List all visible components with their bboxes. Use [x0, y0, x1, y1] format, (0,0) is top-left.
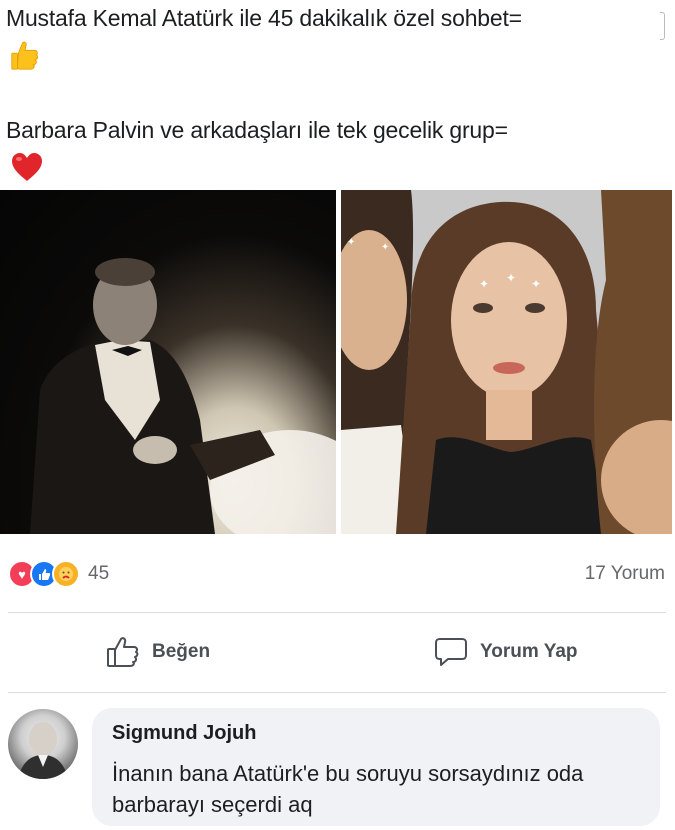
text-edge-marker — [660, 12, 665, 40]
divider-top — [8, 612, 666, 613]
divider-bottom — [8, 692, 666, 693]
reaction-count: 45 — [88, 563, 110, 584]
photo-group-illustration: ✦ ✦ ✦ ✦ ✦ — [341, 190, 672, 534]
comment-author[interactable]: Sigmund Jojuh — [112, 722, 256, 745]
reactions-summary[interactable]: ♥ 45 — [8, 560, 109, 588]
svg-text:✦: ✦ — [381, 242, 389, 253]
comment-text: İnanın bana Atatürk'e bu soruyu sorsaydı… — [112, 761, 584, 817]
post-line-2: Barbara Palvin ve arkadaşları ile tek ge… — [6, 117, 508, 143]
svg-text:✦: ✦ — [479, 277, 489, 291]
photo-ataturk-illustration — [30, 258, 336, 534]
post-photos[interactable]: ✦ ✦ ✦ ✦ ✦ — [0, 190, 672, 534]
thumbs-up-outline-icon — [107, 637, 139, 667]
avatar-portrait — [18, 722, 68, 779]
comment-bubble: Sigmund Jojuh İnanın bana Atatürk'e bu s… — [92, 708, 660, 826]
comment-button[interactable]: Yorum Yap — [434, 636, 578, 668]
svg-text:✦: ✦ — [347, 237, 355, 248]
like-button[interactable]: Beğen — [106, 636, 210, 668]
svg-text:✦: ✦ — [506, 271, 516, 285]
thumbs-up-emoji-icon — [11, 41, 39, 70]
speech-bubble-icon — [435, 638, 467, 666]
photo-barbara-palvin-group[interactable]: ✦ ✦ ✦ ✦ ✦ — [341, 190, 672, 534]
svg-text:✦: ✦ — [531, 277, 541, 291]
commenter-avatar[interactable] — [8, 709, 78, 779]
post-line-1: Mustafa Kemal Atatürk ile 45 dakikalık ö… — [6, 5, 522, 31]
comments-count-link[interactable]: 17 Yorum — [585, 563, 665, 585]
care-reaction-icon — [52, 560, 80, 588]
like-button-label: Beğen — [152, 641, 211, 662]
comment-button-label: Yorum Yap — [480, 641, 578, 662]
photo-ataturk[interactable] — [0, 190, 336, 534]
red-heart-emoji-icon — [12, 153, 42, 181]
